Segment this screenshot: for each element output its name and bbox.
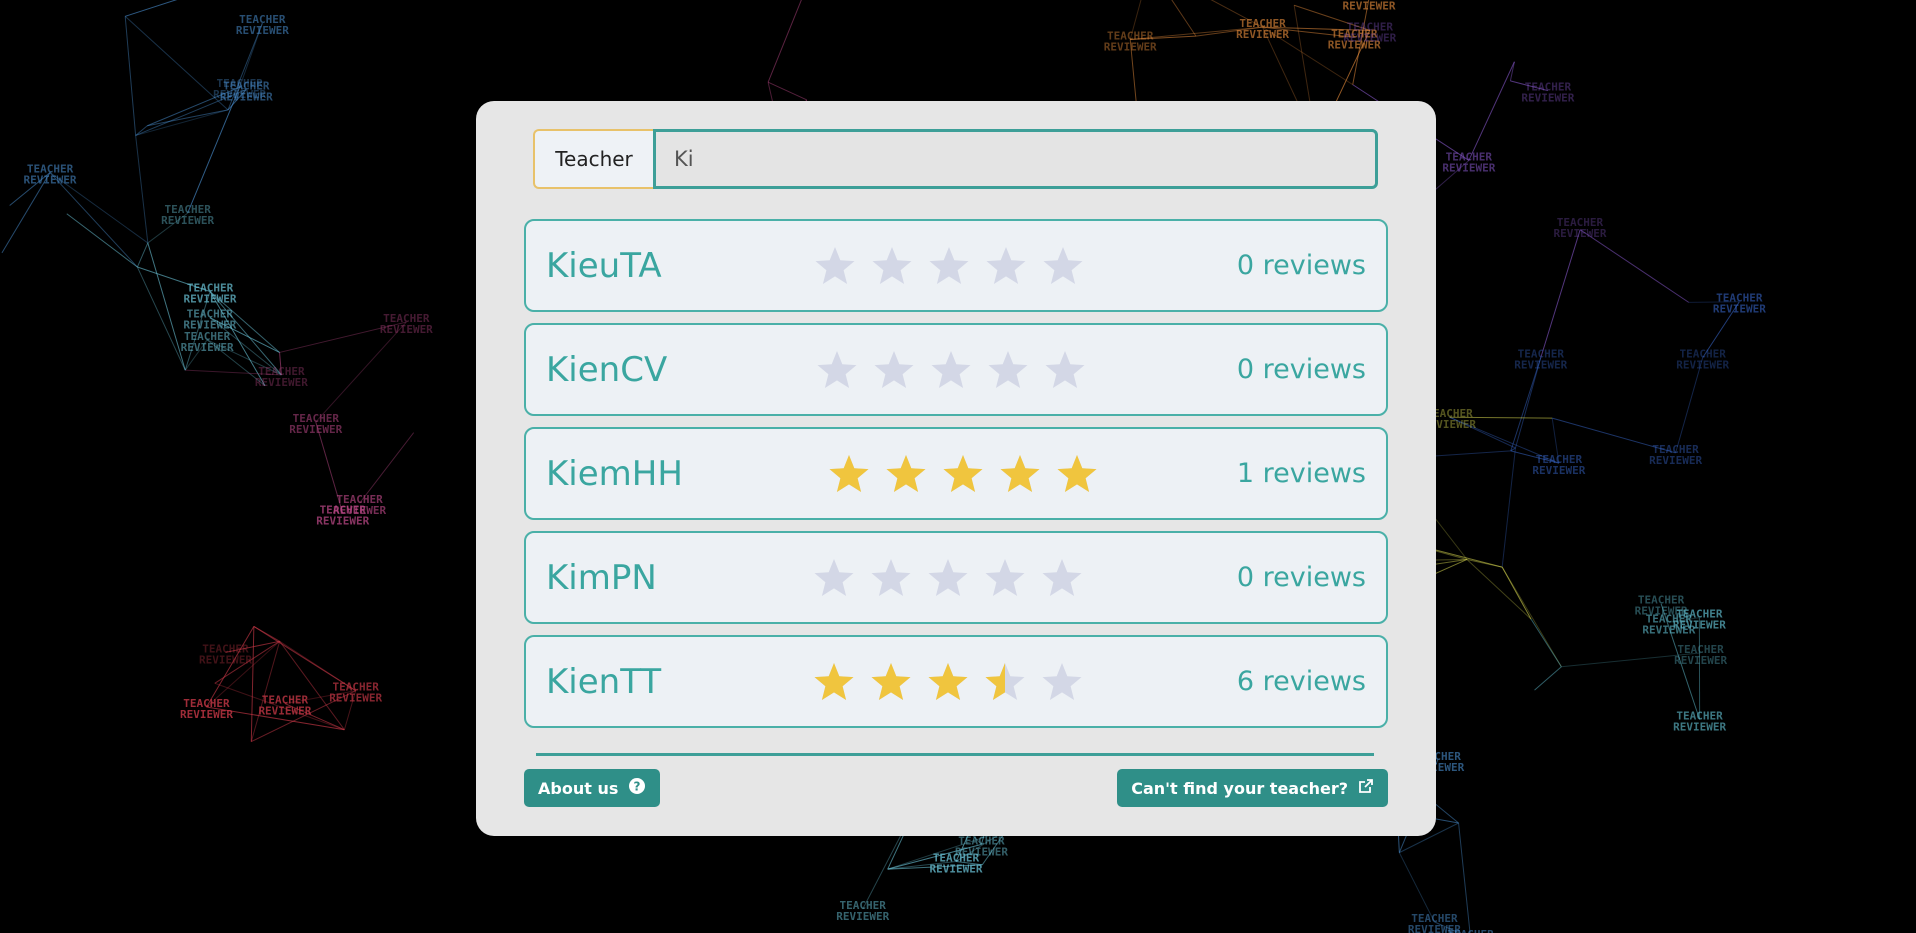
results-list: KieuTA 0 reviews KienCV 0 reviews KiemHH… (524, 219, 1388, 739)
svg-text:TEACHER: TEACHER (1447, 928, 1494, 933)
star-empty-icon (1041, 244, 1085, 288)
star-empty-icon (872, 348, 916, 392)
svg-text:REVIEWER: REVIEWER (1343, 0, 1396, 12)
question-circle-icon: ? (628, 777, 646, 799)
teacher-search: Teacher (533, 129, 1378, 189)
star-empty-icon (1040, 556, 1084, 600)
about-us-button[interactable]: About us ? (524, 769, 661, 807)
teacher-name: KieuTA (546, 245, 662, 286)
star-filled-icon (827, 452, 871, 496)
svg-text:REVIEWER: REVIEWER (329, 692, 382, 705)
teacher-row[interactable]: KieuTA 0 reviews (524, 219, 1388, 312)
divider (536, 753, 1374, 756)
star-empty-icon (870, 244, 914, 288)
svg-text:REVIEWER: REVIEWER (1676, 359, 1729, 372)
svg-text:REVIEWER: REVIEWER (316, 514, 369, 527)
star-rating (812, 533, 1084, 622)
svg-text:REVIEWER: REVIEWER (1514, 359, 1567, 372)
svg-text:REVIEWER: REVIEWER (836, 910, 889, 923)
svg-text:REVIEWER: REVIEWER (1343, 31, 1396, 44)
star-empty-icon (984, 244, 1028, 288)
star-empty-icon (813, 244, 857, 288)
svg-text:REVIEWER: REVIEWER (161, 214, 214, 227)
svg-text:REVIEWER: REVIEWER (1649, 454, 1702, 467)
star-filled-icon (926, 660, 970, 704)
star-empty-icon (927, 244, 971, 288)
star-empty-icon (812, 556, 856, 600)
svg-text:REVIEWER: REVIEWER (181, 341, 234, 354)
review-count: 0 reviews (1236, 354, 1366, 385)
star-filled-icon (998, 452, 1042, 496)
svg-text:REVIEWER: REVIEWER (220, 90, 273, 103)
star-rating (813, 221, 1085, 310)
svg-text:REVIEWER: REVIEWER (380, 323, 433, 336)
svg-text:REVIEWER: REVIEWER (1442, 161, 1495, 174)
star-filled-icon (812, 660, 856, 704)
teacher-row[interactable]: KimPN 0 reviews (524, 531, 1388, 624)
svg-text:REVIEWER: REVIEWER (184, 292, 237, 305)
search-input[interactable] (653, 129, 1378, 189)
star-empty-icon (815, 348, 859, 392)
svg-text:REVIEWER: REVIEWER (1532, 464, 1585, 477)
svg-text:REVIEWER: REVIEWER (1553, 227, 1606, 240)
star-empty-icon (869, 556, 913, 600)
svg-text:REVIEWER: REVIEWER (1521, 92, 1574, 105)
review-count: 1 reviews (1236, 458, 1366, 489)
teacher-name: KienCV (546, 349, 668, 390)
star-rating (812, 637, 1084, 726)
star-rating (827, 429, 1099, 518)
star-empty-icon (1040, 660, 1084, 704)
svg-text:REVIEWER: REVIEWER (1236, 28, 1289, 41)
teacher-name: KiemHH (546, 453, 683, 494)
star-rating (815, 325, 1087, 414)
svg-text:REVIEWER: REVIEWER (236, 24, 289, 37)
teacher-name: KimPN (546, 557, 657, 598)
cant-find-label: Can't find your teacher? (1131, 778, 1348, 798)
search-panel: Teacher KieuTA 0 reviews KienCV 0 review… (476, 101, 1436, 836)
svg-text:REVIEWER: REVIEWER (1104, 40, 1157, 53)
star-empty-icon (983, 556, 1027, 600)
review-count: 0 reviews (1236, 250, 1366, 281)
teacher-row[interactable]: KienTT 6 reviews (524, 635, 1388, 728)
svg-text:REVIEWER: REVIEWER (1673, 721, 1726, 734)
svg-text:?: ? (634, 780, 641, 794)
star-filled-icon (869, 660, 913, 704)
svg-text:REVIEWER: REVIEWER (1673, 619, 1726, 632)
teacher-row[interactable]: KienCV 0 reviews (524, 323, 1388, 416)
svg-text:REVIEWER: REVIEWER (289, 423, 342, 436)
search-label: Teacher (533, 129, 653, 189)
cant-find-teacher-button[interactable]: Can't find your teacher? (1117, 769, 1388, 807)
star-empty-icon (986, 348, 1030, 392)
external-link-icon (1358, 778, 1374, 798)
teacher-name: KienTT (546, 661, 662, 702)
star-filled-icon (941, 452, 985, 496)
svg-text:REVIEWER: REVIEWER (955, 845, 1008, 858)
svg-text:REVIEWER: REVIEWER (1674, 654, 1727, 667)
star-filled-icon (884, 452, 928, 496)
svg-text:REVIEWER: REVIEWER (1635, 605, 1688, 618)
star-empty-icon (929, 348, 973, 392)
svg-text:REVIEWER: REVIEWER (255, 376, 308, 389)
svg-text:REVIEWER: REVIEWER (199, 653, 252, 666)
svg-text:REVIEWER: REVIEWER (258, 705, 311, 718)
review-count: 6 reviews (1236, 666, 1366, 697)
star-filled-icon (1055, 452, 1099, 496)
svg-text:REVIEWER: REVIEWER (1713, 303, 1766, 316)
star-empty-icon (1043, 348, 1087, 392)
svg-text:REVIEWER: REVIEWER (24, 174, 77, 187)
star-empty-icon (926, 556, 970, 600)
svg-text:REVIEWER: REVIEWER (180, 708, 233, 721)
about-us-label: About us (538, 778, 619, 798)
teacher-row[interactable]: KiemHH 1 reviews (524, 427, 1388, 520)
review-count: 0 reviews (1236, 562, 1366, 593)
svg-text:REVIEWER: REVIEWER (930, 862, 983, 875)
star-half-icon (983, 660, 1027, 704)
